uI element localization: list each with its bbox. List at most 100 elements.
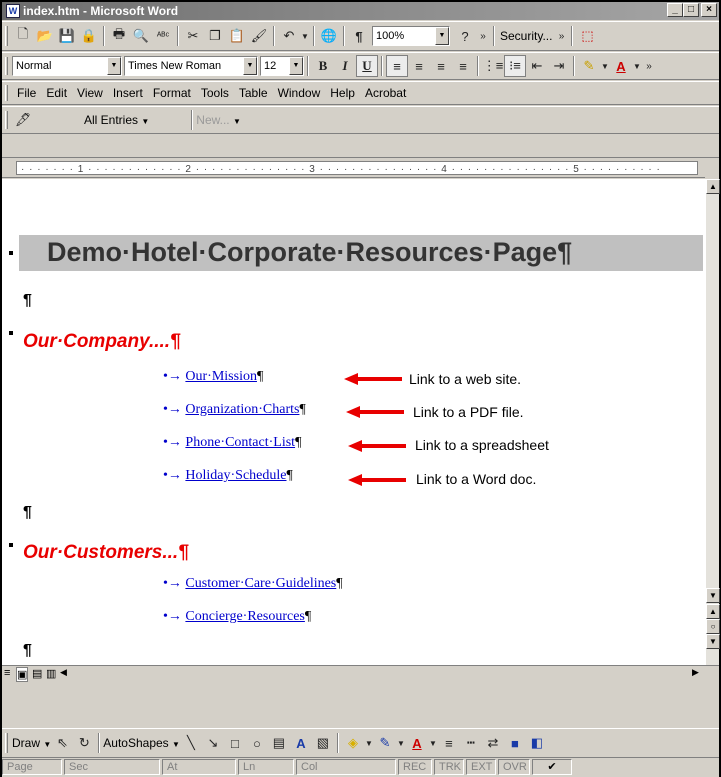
link-holiday-schedule[interactable]: Holiday·Schedule — [185, 468, 286, 483]
track-changes-icon[interactable]: 🖋 — [12, 109, 34, 131]
paste-icon[interactable]: 📋 — [226, 25, 248, 47]
font-color-icon[interactable]: A — [406, 732, 428, 754]
link-customer-care-guidelines[interactable]: Customer·Care·Guidelines — [185, 576, 336, 591]
link-concierge-resources[interactable]: Concierge·Resources — [185, 609, 304, 624]
cut-icon[interactable]: ✂ — [182, 25, 204, 47]
outline-view-icon[interactable]: ▥ — [46, 667, 56, 680]
link-our-mission[interactable]: Our·Mission — [185, 369, 257, 384]
open-icon[interactable]: 📂 — [34, 25, 56, 47]
scroll-up-icon[interactable]: ▲ — [706, 179, 720, 194]
decrease-indent-icon[interactable]: ⇤ — [526, 55, 548, 77]
zoom-select[interactable]: 100% ▼ — [372, 26, 450, 46]
menu-help[interactable]: Help — [325, 86, 360, 100]
minimize-button[interactable]: _ — [667, 3, 683, 17]
web-layout-view-icon[interactable]: ▣ — [16, 667, 29, 682]
toolbar-overflow-icon[interactable]: » — [642, 55, 656, 77]
free-rotate-icon[interactable]: ↻ — [73, 732, 95, 754]
acrobat-icon[interactable]: ⬚ — [576, 25, 598, 47]
chevron-down-icon[interactable]: ▼ — [428, 732, 438, 754]
menu-edit[interactable]: Edit — [41, 86, 72, 100]
format-painter-icon[interactable]: 🖌 — [248, 25, 270, 47]
scroll-down-icon[interactable]: ▼ — [706, 588, 720, 603]
font-size-select[interactable]: 12 ▼ — [260, 56, 304, 76]
help-icon[interactable]: ? — [454, 25, 476, 47]
menu-acrobat[interactable]: Acrobat — [360, 86, 411, 100]
hyperlink-icon[interactable]: 🌐 — [318, 25, 340, 47]
all-entries-button[interactable]: All Entries ▼ — [84, 113, 149, 127]
italic-icon[interactable]: I — [334, 55, 356, 77]
fill-color-icon[interactable]: ◈ — [342, 732, 364, 754]
undo-icon[interactable]: ↶ — [278, 25, 300, 47]
dash-style-icon[interactable]: ┅ — [460, 732, 482, 754]
spelling-icon[interactable]: ᴬᴮᶜ — [152, 25, 174, 47]
chevron-down-icon[interactable]: ▼ — [364, 732, 374, 754]
previous-page-icon[interactable]: ▲ — [706, 604, 720, 619]
document-page[interactable]: Demo·Hotel·Corporate·Resources·Page¶ ¶ O… — [2, 179, 705, 665]
select-browse-object-icon[interactable]: ○ — [706, 619, 720, 634]
draw-menu-button[interactable]: Draw ▼ — [12, 736, 51, 750]
menu-tools[interactable]: Tools — [196, 86, 234, 100]
oval-icon[interactable]: ○ — [246, 732, 268, 754]
link-organization-charts[interactable]: Organization·Charts — [185, 402, 299, 417]
increase-indent-icon[interactable]: ⇥ — [548, 55, 570, 77]
status-ovr[interactable]: OVR — [498, 759, 530, 775]
ruler[interactable]: · · · · · · · 1 · · · · · · · · · · · · … — [2, 158, 705, 178]
scroll-right-icon[interactable]: ▶ — [692, 667, 699, 678]
chevron-down-icon[interactable]: ▼ — [243, 57, 257, 75]
underline-icon[interactable]: U — [356, 55, 378, 77]
text-box-icon[interactable]: ▤ — [268, 732, 290, 754]
print-layout-view-icon[interactable]: ▤ — [32, 667, 42, 680]
new-icon[interactable]: 🗋 — [12, 25, 34, 47]
status-ext[interactable]: EXT — [466, 759, 496, 775]
arrow-style-icon[interactable]: ⇄ — [482, 732, 504, 754]
print-preview-icon[interactable]: 🔍 — [130, 25, 152, 47]
new-entry-button[interactable]: New... ▼ — [196, 113, 241, 127]
justify-icon[interactable]: ≡ — [452, 55, 474, 77]
save-icon[interactable]: 💾 — [56, 25, 78, 47]
maximize-button[interactable]: □ — [683, 3, 699, 17]
toolbar-overflow-icon[interactable]: » — [476, 25, 490, 47]
show-marks-icon[interactable]: ¶ — [348, 25, 370, 47]
chevron-down-icon[interactable]: ▼ — [396, 732, 406, 754]
autoshapes-menu-button[interactable]: AutoShapes ▼ — [103, 736, 180, 750]
copy-icon[interactable]: ❐ — [204, 25, 226, 47]
next-page-icon[interactable]: ▼ — [706, 634, 720, 649]
normal-view-icon[interactable]: ≡ — [4, 667, 10, 679]
menu-file[interactable]: File — [12, 86, 41, 100]
vertical-scrollbar[interactable]: ▲ ▼ ▲ ○ ▼ — [705, 179, 720, 665]
shadow-style-icon[interactable]: ■ — [504, 732, 526, 754]
toolbar-overflow-icon[interactable]: » — [554, 25, 568, 47]
status-rec[interactable]: REC — [398, 759, 432, 775]
menu-view[interactable]: View — [72, 86, 108, 100]
font-select[interactable]: Times New Roman ▼ — [124, 56, 258, 76]
chevron-down-icon[interactable]: ▼ — [289, 57, 303, 75]
close-button[interactable]: × — [701, 3, 717, 17]
security-button[interactable]: Security... — [498, 29, 554, 43]
arrow-icon[interactable]: ↘ — [202, 732, 224, 754]
menu-table[interactable]: Table — [234, 86, 273, 100]
bullets-icon[interactable]: ⁝≡ — [504, 55, 526, 77]
ruler-track[interactable]: · · · · · · · 1 · · · · · · · · · · · · … — [16, 161, 698, 175]
status-trk[interactable]: TRK — [434, 759, 464, 775]
line-style-icon[interactable]: ≡ — [438, 732, 460, 754]
print-icon[interactable]: 🖶 — [108, 25, 130, 47]
chevron-down-icon[interactable]: ▼ — [600, 55, 610, 77]
menu-format[interactable]: Format — [148, 86, 196, 100]
line-icon[interactable]: ╲ — [180, 732, 202, 754]
numbering-icon[interactable]: ⋮≡ — [482, 55, 504, 77]
chevron-down-icon[interactable]: ▼ — [632, 55, 642, 77]
word-app-icon[interactable]: W — [6, 4, 20, 18]
3d-style-icon[interactable]: ◧ — [526, 732, 548, 754]
align-center-icon[interactable]: ≡ — [408, 55, 430, 77]
menu-insert[interactable]: Insert — [108, 86, 148, 100]
chevron-down-icon[interactable]: ▼ — [107, 57, 121, 75]
rectangle-icon[interactable]: □ — [224, 732, 246, 754]
horizontal-scrollbar[interactable]: ≡ ▣ ▤ ▥ ◀ ▶ — [2, 665, 719, 682]
style-select[interactable]: Normal ▼ — [12, 56, 122, 76]
spelling-status-icon[interactable]: ✔ — [532, 759, 572, 775]
line-color-icon[interactable]: ✎ — [374, 732, 396, 754]
font-color-icon[interactable]: A — [610, 55, 632, 77]
highlight-icon[interactable]: ✎ — [578, 55, 600, 77]
bold-icon[interactable]: B — [312, 55, 334, 77]
link-phone-contact-list[interactable]: Phone·Contact·List — [185, 435, 295, 450]
